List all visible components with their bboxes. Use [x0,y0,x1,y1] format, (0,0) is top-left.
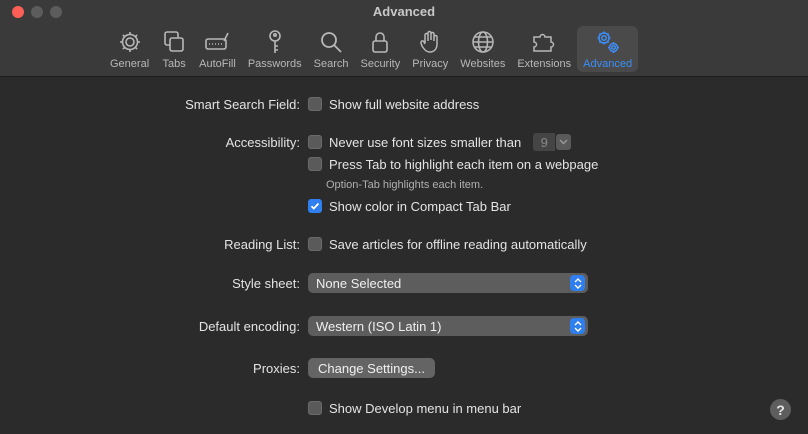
style-sheet-row: Style sheet: None Selected [0,273,808,293]
develop-menu-option[interactable]: Show Develop menu in menu bar [308,401,521,416]
compact-tab-color-text: Show color in Compact Tab Bar [329,198,511,214]
show-full-address-checkbox[interactable] [308,97,322,111]
proxies-label: Proxies: [253,360,300,376]
tab-label: Privacy [412,58,449,70]
reading-list-label: Reading List: [224,236,300,252]
smart-search-row: Smart Search Field: Show full website ad… [0,94,808,114]
tab-tabs[interactable]: Tabs [155,26,193,72]
gears-icon [597,31,619,53]
help-button[interactable]: ? [770,399,791,420]
style-sheet-select[interactable]: None Selected [308,273,588,293]
develop-menu-text: Show Develop menu in menu bar [329,400,522,416]
tab-search[interactable]: Search [308,26,355,72]
style-sheet-value: None Selected [316,275,402,291]
style-sheet-label: Style sheet: [232,275,300,291]
show-full-address-text: Show full website address [329,96,480,112]
updown-chevron-icon [570,318,585,334]
tab-label: Websites [460,58,506,70]
tab-label: Passwords [247,58,302,70]
develop-menu-checkbox[interactable] [308,401,322,415]
min-font-size-option[interactable]: Never use font sizes smaller than 9 [308,133,572,151]
show-full-address-option[interactable]: Show full website address [308,97,479,112]
tab-websites[interactable]: Websites [454,26,511,72]
develop-row: Show Develop menu in menu bar [0,398,808,418]
tab-label: Extensions [517,58,572,70]
tab-hint-row: Option-Tab highlights each item. [0,175,808,195]
min-font-size-checkbox[interactable] [308,135,322,149]
tab-label: Advanced [583,58,633,70]
tab-highlight-option[interactable]: Press Tab to highlight each item on a we… [308,157,598,172]
gear-icon [119,32,140,52]
tab-highlight-hint: Option-Tab highlights each item. [326,179,484,191]
hand-icon [420,30,439,53]
lock-icon [372,32,389,53]
change-settings-button[interactable]: Change Settings... [308,358,435,378]
tab-label: Tabs [162,58,186,70]
tab-advanced[interactable]: Advanced [577,26,639,72]
tab-passwords[interactable]: Passwords [242,26,308,72]
updown-chevron-icon [570,275,585,291]
tabs-icon [164,31,184,52]
accessibility-label: Accessibility: [225,134,300,150]
tab-highlight-row: Press Tab to highlight each item on a we… [0,154,808,174]
tab-general[interactable]: General [104,26,155,72]
proxies-row: Proxies: Change Settings... [0,358,808,378]
accessibility-row: Accessibility: Never use font sizes smal… [0,132,808,152]
puzzle-icon [533,33,555,52]
offline-reading-option[interactable]: Save articles for offline reading automa… [308,237,587,252]
tab-privacy[interactable]: Privacy [406,26,454,72]
preferences-toolbar: General Tabs AutoFill Passwords Search S… [104,26,639,72]
title-bar: Advanced General Tabs AutoFill Passwords… [0,0,808,77]
tab-extensions[interactable]: Extensions [511,26,577,72]
font-size-value: 9 [533,133,556,151]
globe-icon [472,31,494,53]
chevron-down-icon[interactable] [556,134,572,150]
reading-list-row: Reading List: Save articles for offline … [0,234,808,254]
encoding-label: Default encoding: [198,318,300,334]
compact-tab-color-option[interactable]: Show color in Compact Tab Bar [308,199,511,214]
encoding-value: Western (ISO Latin 1) [316,318,442,334]
font-size-select[interactable]: 9 [533,133,572,151]
tab-label: AutoFill [199,58,236,70]
compact-tab-color-checkbox[interactable] [308,199,322,213]
encoding-row: Default encoding: Western (ISO Latin 1) [0,316,808,336]
checkmark-icon [310,202,320,210]
min-font-size-text: Never use font sizes smaller than [329,134,522,150]
tab-label: General [110,58,150,70]
advanced-settings-pane: Smart Search Field: Show full website ad… [0,77,808,434]
search-icon [321,32,342,53]
safari-settings-window: Advanced General Tabs AutoFill Passwords… [0,0,808,434]
autofill-icon [205,32,230,50]
window-title: Advanced [372,4,436,19]
encoding-select[interactable]: Western (ISO Latin 1) [308,316,588,336]
tab-highlight-text: Press Tab to highlight each item on a we… [329,156,599,172]
tab-autofill[interactable]: AutoFill [193,26,242,72]
smart-search-label: Smart Search Field: [185,96,300,112]
tab-label: Security [360,58,401,70]
offline-reading-checkbox[interactable] [308,237,322,251]
offline-reading-text: Save articles for offline reading automa… [329,236,587,252]
tab-highlight-checkbox[interactable] [308,157,322,171]
tab-hint-wrap: Option-Tab highlights each item. [326,179,483,191]
compact-tab-row: Show color in Compact Tab Bar [0,196,808,216]
key-icon [268,30,281,53]
tab-security[interactable]: Security [354,26,406,72]
tab-label: Search [313,58,349,70]
